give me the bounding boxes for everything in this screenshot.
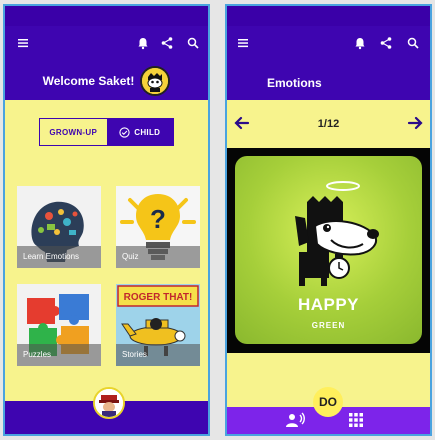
child-option-label: CHILD bbox=[134, 127, 161, 137]
menu-icon[interactable] bbox=[15, 35, 31, 51]
emotion-name: HAPPY bbox=[297, 295, 360, 314]
bell-icon[interactable] bbox=[352, 35, 368, 51]
emotion-card[interactable]: HAPPY GREEN bbox=[227, 148, 430, 353]
check-circle-icon bbox=[119, 126, 130, 138]
share-icon[interactable] bbox=[159, 35, 175, 51]
emotions-screen: Emotions 1/12 HAPPY GREEN DO bbox=[225, 4, 432, 436]
grown-up-option[interactable]: GROWN-UP bbox=[40, 119, 107, 145]
character-avatar-icon bbox=[95, 389, 123, 417]
tile-label: Stories bbox=[116, 344, 200, 366]
home-screen: Welcome Saket! GROWN-UP CHILD Learn Emot… bbox=[3, 4, 210, 436]
happy-dog-image bbox=[295, 181, 379, 286]
emotion-color-name: GREEN bbox=[311, 321, 346, 330]
bell-icon[interactable] bbox=[135, 35, 151, 51]
status-bar bbox=[5, 6, 208, 26]
search-icon[interactable] bbox=[185, 35, 201, 51]
tile-label: Quiz bbox=[116, 246, 200, 268]
child-option[interactable]: CHILD bbox=[106, 119, 173, 145]
tile-learn-emotions[interactable]: Learn Emotions bbox=[17, 186, 101, 268]
welcome-text: Welcome Saket! bbox=[42, 74, 135, 88]
do-button[interactable]: DO bbox=[313, 387, 343, 417]
tile-stories[interactable]: ROGER THAT! Stories bbox=[116, 284, 200, 366]
grid-icon[interactable] bbox=[348, 412, 364, 428]
page-title: Emotions bbox=[267, 76, 322, 90]
app-bar: Emotions bbox=[227, 26, 430, 100]
emotion-card-face: HAPPY GREEN bbox=[235, 156, 422, 344]
card-counter: 1/12 bbox=[317, 118, 340, 130]
share-icon[interactable] bbox=[378, 35, 394, 51]
status-bar bbox=[227, 6, 430, 26]
tile-puzzles[interactable]: Puzzles bbox=[17, 284, 101, 366]
tile-label: Puzzles bbox=[17, 344, 101, 366]
menu-icon[interactable] bbox=[235, 35, 251, 51]
mode-toggle: GROWN-UP CHILD bbox=[39, 118, 174, 146]
stories-art-text: ROGER THAT! bbox=[124, 292, 193, 303]
voice-icon[interactable] bbox=[285, 411, 305, 429]
tile-label: Learn Emotions bbox=[17, 246, 101, 268]
tile-quiz[interactable]: ? Quiz bbox=[116, 186, 200, 268]
profile-avatar[interactable] bbox=[140, 66, 171, 96]
character-fab[interactable] bbox=[93, 387, 125, 419]
card-navigation: 1/12 bbox=[227, 110, 430, 138]
app-bar: Welcome Saket! bbox=[5, 26, 208, 100]
arrow-forward-icon[interactable] bbox=[406, 114, 424, 132]
search-icon[interactable] bbox=[405, 35, 421, 51]
svg-text:?: ? bbox=[150, 204, 166, 234]
